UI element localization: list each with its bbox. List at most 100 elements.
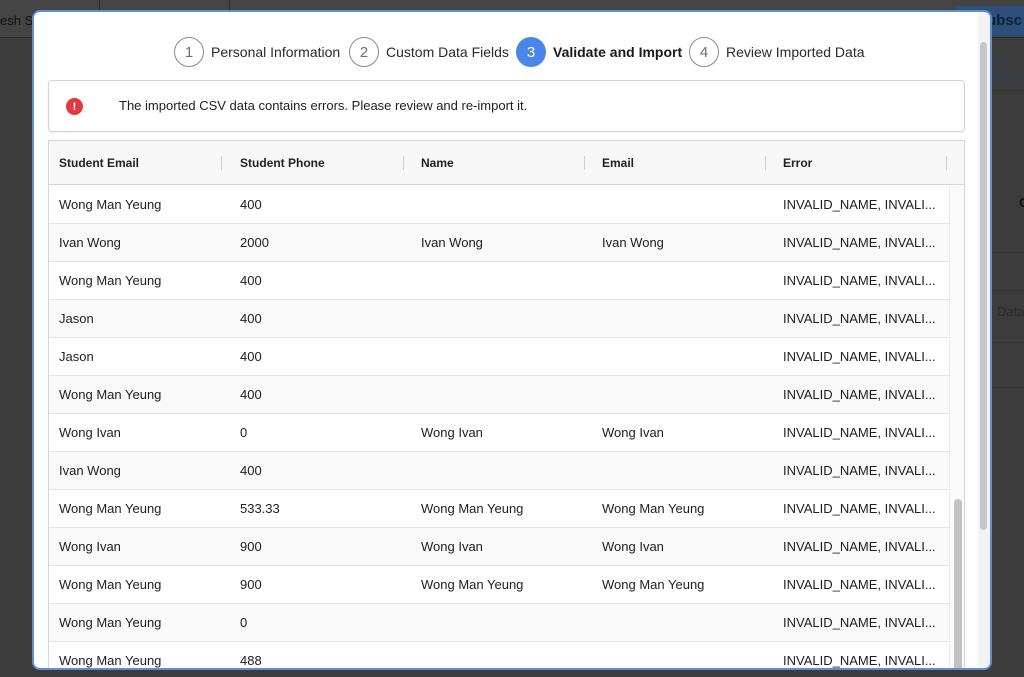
cell-name[interactable] — [411, 604, 593, 642]
table-row[interactable]: Wong Ivan 0 Wong Ivan Wong Ivan INVALID_NAME… — [49, 414, 949, 452]
cell-student-email[interactable]: Jason — [49, 300, 230, 338]
column-resize-handle[interactable] — [221, 156, 222, 170]
column-header-name[interactable]: Name — [411, 141, 593, 185]
table-row[interactable]: Wong Man Yeung 0 INVALID_NAME, INVALI... — [49, 604, 949, 642]
cell-email[interactable] — [592, 376, 774, 414]
column-header-student-email[interactable]: Student Email — [49, 141, 230, 185]
cell-student-phone[interactable]: 400 — [230, 186, 412, 224]
cell-student-phone[interactable]: 400 — [230, 338, 412, 376]
grid-scrollbar[interactable] — [949, 186, 964, 668]
cell-error[interactable]: INVALID_NAME, INVALI... — [773, 414, 949, 452]
column-resize-handle[interactable] — [403, 156, 404, 170]
cell-error[interactable]: INVALID_NAME, INVALI... — [773, 566, 949, 604]
cell-student-phone[interactable]: 400 — [230, 452, 412, 490]
table-row[interactable]: Wong Man Yeung 900 Wong Man Yeung Wong Man … — [49, 566, 949, 604]
cell-email[interactable] — [592, 300, 774, 338]
cell-error[interactable]: INVALID_NAME, INVALI... — [773, 300, 949, 338]
cell-name[interactable]: Wong Man Yeung — [411, 490, 593, 528]
cell-email[interactable] — [592, 604, 774, 642]
column-resize-handle[interactable] — [584, 156, 585, 170]
cell-student-phone[interactable]: 0 — [230, 414, 412, 452]
cell-email[interactable]: Wong Ivan — [592, 414, 774, 452]
cell-student-phone[interactable]: 900 — [230, 528, 412, 566]
cell-email[interactable]: Ivan Wong — [592, 224, 774, 262]
step-validate-and-import[interactable]: 3 Validate and Import — [516, 36, 682, 68]
cell-error[interactable]: INVALID_NAME, INVALI... — [773, 452, 949, 490]
cell-student-email[interactable]: Ivan Wong — [49, 452, 230, 490]
table-row[interactable]: Jason 400 INVALID_NAME, INVALI... — [49, 338, 949, 376]
step-review-imported-data[interactable]: 4 Review Imported Data — [689, 36, 865, 68]
cell-name[interactable] — [411, 186, 593, 224]
cell-student-email[interactable]: Wong Ivan — [49, 414, 230, 452]
cell-email[interactable]: Wong Man Yeung — [592, 566, 774, 604]
cell-name[interactable]: Wong Man Yeung — [411, 566, 593, 604]
table-row[interactable]: Jason 400 INVALID_NAME, INVALI... — [49, 300, 949, 338]
cell-student-email[interactable]: Jason — [49, 338, 230, 376]
table-row[interactable]: Wong Man Yeung 400 INVALID_NAME, INVALI... — [49, 186, 949, 224]
cell-name[interactable] — [411, 300, 593, 338]
cell-error[interactable]: INVALID_NAME, INVALI... — [773, 490, 949, 528]
cell-student-email[interactable]: Ivan Wong — [49, 224, 230, 262]
cell-student-phone[interactable]: 400 — [230, 262, 412, 300]
column-header-student-phone[interactable]: Student Phone — [230, 141, 412, 185]
cell-name[interactable] — [411, 338, 593, 376]
cell-error[interactable]: INVALID_NAME, INVALI... — [773, 642, 949, 668]
cell-student-phone[interactable]: 533.33 — [230, 490, 412, 528]
cell-name[interactable]: Ivan Wong — [411, 224, 593, 262]
background-divider — [992, 290, 1024, 291]
cell-email[interactable]: Wong Man Yeung — [592, 490, 774, 528]
cell-student-email[interactable]: Wong Man Yeung — [49, 604, 230, 642]
cell-email[interactable] — [592, 642, 774, 668]
cell-email[interactable] — [592, 262, 774, 300]
table-row[interactable]: Wong Man Yeung 400 INVALID_NAME, INVALI... — [49, 376, 949, 414]
cell-student-phone[interactable]: 2000 — [230, 224, 412, 262]
cell-email[interactable] — [592, 338, 774, 376]
modal-scrollbar-thumb[interactable] — [980, 42, 987, 530]
error-alert: ! The imported CSV data contains errors.… — [48, 80, 965, 132]
table-row[interactable]: Wong Man Yeung 533.33 Wong Man Yeung Wong M… — [49, 490, 949, 528]
cell-name[interactable]: Wong Ivan — [411, 528, 593, 566]
cell-student-phone[interactable]: 900 — [230, 566, 412, 604]
column-resize-handle[interactable] — [946, 156, 947, 170]
cell-error[interactable]: INVALID_NAME, INVALI... — [773, 262, 949, 300]
cell-error[interactable]: INVALID_NAME, INVALI... — [773, 338, 949, 376]
modal-scrollbar[interactable] — [978, 12, 990, 668]
step-personal-information[interactable]: 1 Personal Information — [174, 36, 340, 68]
cell-student-phone[interactable]: 400 — [230, 376, 412, 414]
cell-student-email[interactable]: Wong Man Yeung — [49, 490, 230, 528]
cell-email[interactable] — [592, 186, 774, 224]
cell-student-email[interactable]: Wong Man Yeung — [49, 262, 230, 300]
cell-name[interactable] — [411, 262, 593, 300]
cell-student-email[interactable]: Wong Ivan — [49, 528, 230, 566]
column-resize-handle[interactable] — [765, 156, 766, 170]
grid-scrollbar-thumb[interactable] — [954, 499, 962, 668]
cell-name[interactable] — [411, 452, 593, 490]
cell-student-phone[interactable]: 400 — [230, 300, 412, 338]
cell-error[interactable]: INVALID_NAME, INVALI... — [773, 186, 949, 224]
cell-error[interactable]: INVALID_NAME, INVALI... — [773, 376, 949, 414]
cell-error[interactable]: INVALID_NAME, INVALI... — [773, 224, 949, 262]
column-header-error[interactable]: Error — [773, 141, 949, 185]
cell-student-email[interactable]: Wong Man Yeung — [49, 186, 230, 224]
table-row[interactable]: Ivan Wong 400 INVALID_NAME, INVALI... — [49, 452, 949, 490]
table-row[interactable]: Wong Man Yeung 400 INVALID_NAME, INVALI... — [49, 262, 949, 300]
cell-error[interactable]: INVALID_NAME, INVALI... — [773, 604, 949, 642]
cell-email[interactable] — [592, 452, 774, 490]
table-row[interactable]: Wong Ivan 900 Wong Ivan Wong Ivan INVALID_NA… — [49, 528, 949, 566]
cell-name[interactable]: Wong Ivan — [411, 414, 593, 452]
table-row[interactable]: Wong Man Yeung 488 INVALID_NAME, INVALI... — [49, 642, 949, 668]
cell-name[interactable] — [411, 642, 593, 668]
cell-student-email[interactable]: Wong Man Yeung — [49, 642, 230, 668]
cell-error[interactable]: INVALID_NAME, INVALI... — [773, 528, 949, 566]
table-row[interactable]: Ivan Wong 2000 Ivan Wong Ivan Wong INVALID_N… — [49, 224, 949, 262]
cell-student-email[interactable]: Wong Man Yeung — [49, 376, 230, 414]
cell-student-phone[interactable]: 0 — [230, 604, 412, 642]
step-custom-data-fields[interactable]: 2 Custom Data Fields — [349, 36, 509, 68]
cell-student-phone[interactable]: 488 — [230, 642, 412, 668]
step-label: Review Imported Data — [726, 44, 865, 60]
cell-student-email[interactable]: Wong Man Yeung — [49, 566, 230, 604]
cell-email[interactable]: Wong Ivan — [592, 528, 774, 566]
cell-name[interactable] — [411, 376, 593, 414]
column-header-email[interactable]: Email — [592, 141, 774, 185]
step-number-circle: 4 — [689, 37, 719, 67]
